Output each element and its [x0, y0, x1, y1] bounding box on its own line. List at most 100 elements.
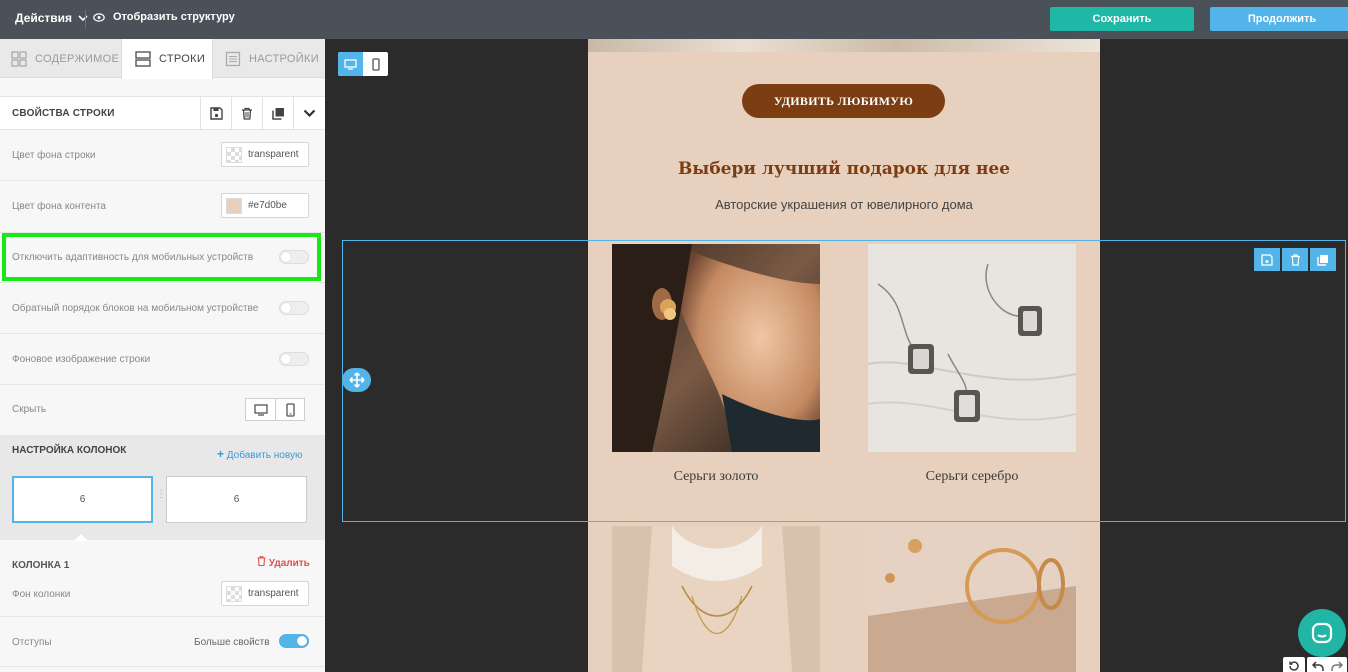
history-icon [1289, 661, 1299, 671]
column-2-box[interactable]: 6 [166, 476, 307, 523]
hide-desktop-button[interactable] [246, 399, 275, 420]
transparent-swatch [226, 146, 242, 163]
history-button[interactable] [1283, 657, 1305, 672]
column-settings: НАСТРОЙКА КОЛОНОК + Добавить новую 6 ⋮⋮ … [0, 435, 325, 540]
product-image-silver-earrings[interactable] [868, 244, 1076, 452]
grid-icon [11, 50, 27, 67]
tab-content-label: СОДЕРЖИМОЕ [35, 52, 120, 65]
show-structure-label: Отобразить структуру [113, 11, 235, 23]
cta-button[interactable]: УДИВИТЬ ЛЮБИМУЮ [742, 84, 945, 118]
tab-settings[interactable]: НАСТРОЙКИ [213, 39, 325, 78]
column-1-title: КОЛОНКА 1 [12, 560, 70, 571]
bg-image-setting: Фоновое изображение строки [0, 334, 325, 385]
floppy-icon [1261, 253, 1273, 266]
row-properties-title: СВОЙСТВА СТРОКИ [12, 108, 115, 119]
product-image-necklace[interactable] [612, 526, 820, 672]
column-settings-title: НАСТРОЙКА КОЛОНОК [12, 445, 127, 456]
mobile-icon [285, 402, 295, 417]
mobile-view-button[interactable] [363, 52, 388, 76]
collapse-row-button[interactable] [293, 97, 324, 130]
content-bg-color-setting: Цвет фона контента #e7d0be [0, 181, 325, 233]
hide-device-group [245, 398, 305, 421]
more-props-toggle[interactable] [279, 634, 309, 648]
rings-photo [868, 526, 1076, 672]
hero-image-bottom [588, 39, 1100, 52]
chat-icon [1311, 622, 1333, 644]
copy-icon [1317, 254, 1328, 266]
padding-label: Отступы [12, 637, 52, 648]
chevron-down-icon [303, 109, 315, 118]
redo-button[interactable] [1327, 657, 1347, 672]
hide-label: Скрыть [12, 404, 47, 415]
content-bg-color-value: #e7d0be [248, 200, 287, 211]
delete-column-label: Удалить [268, 558, 310, 569]
row-bg-color-label: Цвет фона строки [12, 150, 96, 161]
row-properties-header: СВОЙСТВА СТРОКИ [0, 96, 325, 130]
row-toolbar [1254, 248, 1336, 271]
transparent-swatch [226, 585, 242, 602]
show-structure-toggle[interactable]: Отобразить структуру [93, 11, 235, 23]
trash-icon [1290, 253, 1300, 266]
row-bg-color-value: transparent [248, 149, 299, 160]
redo-icon [1331, 661, 1343, 671]
product-name-1: Серьги золото [673, 469, 759, 484]
save-row-button[interactable] [200, 97, 231, 130]
gold-earring-photo [612, 244, 820, 452]
content-bg-color-picker[interactable]: #e7d0be [221, 193, 309, 218]
editor-canvas: УДИВИТЬ ЛЮБИМУЮ Выбери лучший подарок дл… [325, 39, 1348, 672]
row-move-handle[interactable] [342, 368, 371, 392]
top-bar: Действия Отобразить структуру Сохранить … [0, 0, 1348, 39]
desktop-view-button[interactable] [338, 52, 363, 76]
undo-icon [1312, 661, 1324, 671]
delete-column-link[interactable]: Удалить [257, 556, 310, 569]
tab-rows[interactable]: СТРОКИ [121, 39, 213, 79]
row-bg-color-picker[interactable]: transparent [221, 142, 309, 167]
column-2-size: 6 [233, 494, 240, 505]
delete-row-button[interactable] [231, 97, 262, 130]
plus-icon: + [217, 447, 225, 461]
copy-icon [271, 108, 284, 120]
bg-image-label: Фоновое изображение строки [12, 354, 151, 365]
add-column-label: Добавить новую [226, 450, 303, 461]
desktop-icon [253, 403, 268, 416]
reverse-order-setting: Обратный порядок блоков на мобильном уст… [0, 283, 325, 334]
delete-row-tool[interactable] [1282, 248, 1308, 271]
email-subline: Авторские украшения от ювелирного дома [715, 197, 973, 212]
tab-rows-label: СТРОКИ [159, 53, 206, 65]
save-button[interactable]: Сохранить [1050, 7, 1194, 31]
column-bg-label: Фон колонки [12, 589, 71, 600]
column-bg-picker[interactable]: transparent [221, 581, 309, 606]
hide-mobile-button[interactable] [275, 399, 304, 420]
rows-icon [135, 51, 151, 67]
tab-settings-label: НАСТРОЙКИ [249, 52, 319, 65]
email-content: УДИВИТЬ ЛЮБИМУЮ Выбери лучший подарок дл… [588, 39, 1100, 672]
undo-button[interactable] [1307, 657, 1329, 672]
email-headline: Выбери лучший подарок для нее [677, 159, 1011, 179]
tab-content[interactable]: СОДЕРЖИМОЕ [0, 39, 121, 78]
reverse-order-toggle[interactable] [279, 301, 309, 315]
column-1-box[interactable]: 6 [12, 476, 153, 523]
content-bg-color-label: Цвет фона контента [12, 201, 106, 212]
move-arrows-icon [348, 372, 365, 388]
product-image-gold-earrings[interactable] [612, 244, 820, 452]
add-column-link[interactable]: + Добавить новую [217, 447, 302, 461]
duplicate-row-button[interactable] [262, 97, 293, 130]
product-image-rings[interactable] [868, 526, 1076, 672]
column-bg-setting: Фон колонки transparent [0, 575, 325, 617]
panel-tabs: СОДЕРЖИМОЕ СТРОКИ НАСТРОЙКИ [0, 39, 325, 79]
column-1-settings: КОЛОНКА 1 Удалить Фон колонки transparen… [0, 541, 325, 672]
actions-label: Действия [15, 11, 73, 25]
properties-panel: СОДЕРЖИМОЕ СТРОКИ НАСТРОЙКИ СВОЙСТВА СТР… [0, 39, 325, 672]
product-name-2: Серьги серебро [925, 469, 1019, 484]
column-1-size: 6 [79, 494, 86, 505]
continue-button[interactable]: Продолжить [1210, 7, 1348, 31]
trash-icon [242, 107, 252, 120]
column-bg-value: transparent [248, 588, 299, 599]
actions-menu[interactable]: Действия [15, 11, 88, 25]
duplicate-row-tool[interactable] [1310, 248, 1336, 271]
bg-image-toggle[interactable] [279, 352, 309, 366]
row-bg-color-setting: Цвет фона строки transparent [0, 130, 325, 181]
chat-widget-button[interactable] [1298, 609, 1346, 657]
topbar-divider [85, 10, 86, 28]
save-row-tool[interactable] [1254, 248, 1280, 271]
